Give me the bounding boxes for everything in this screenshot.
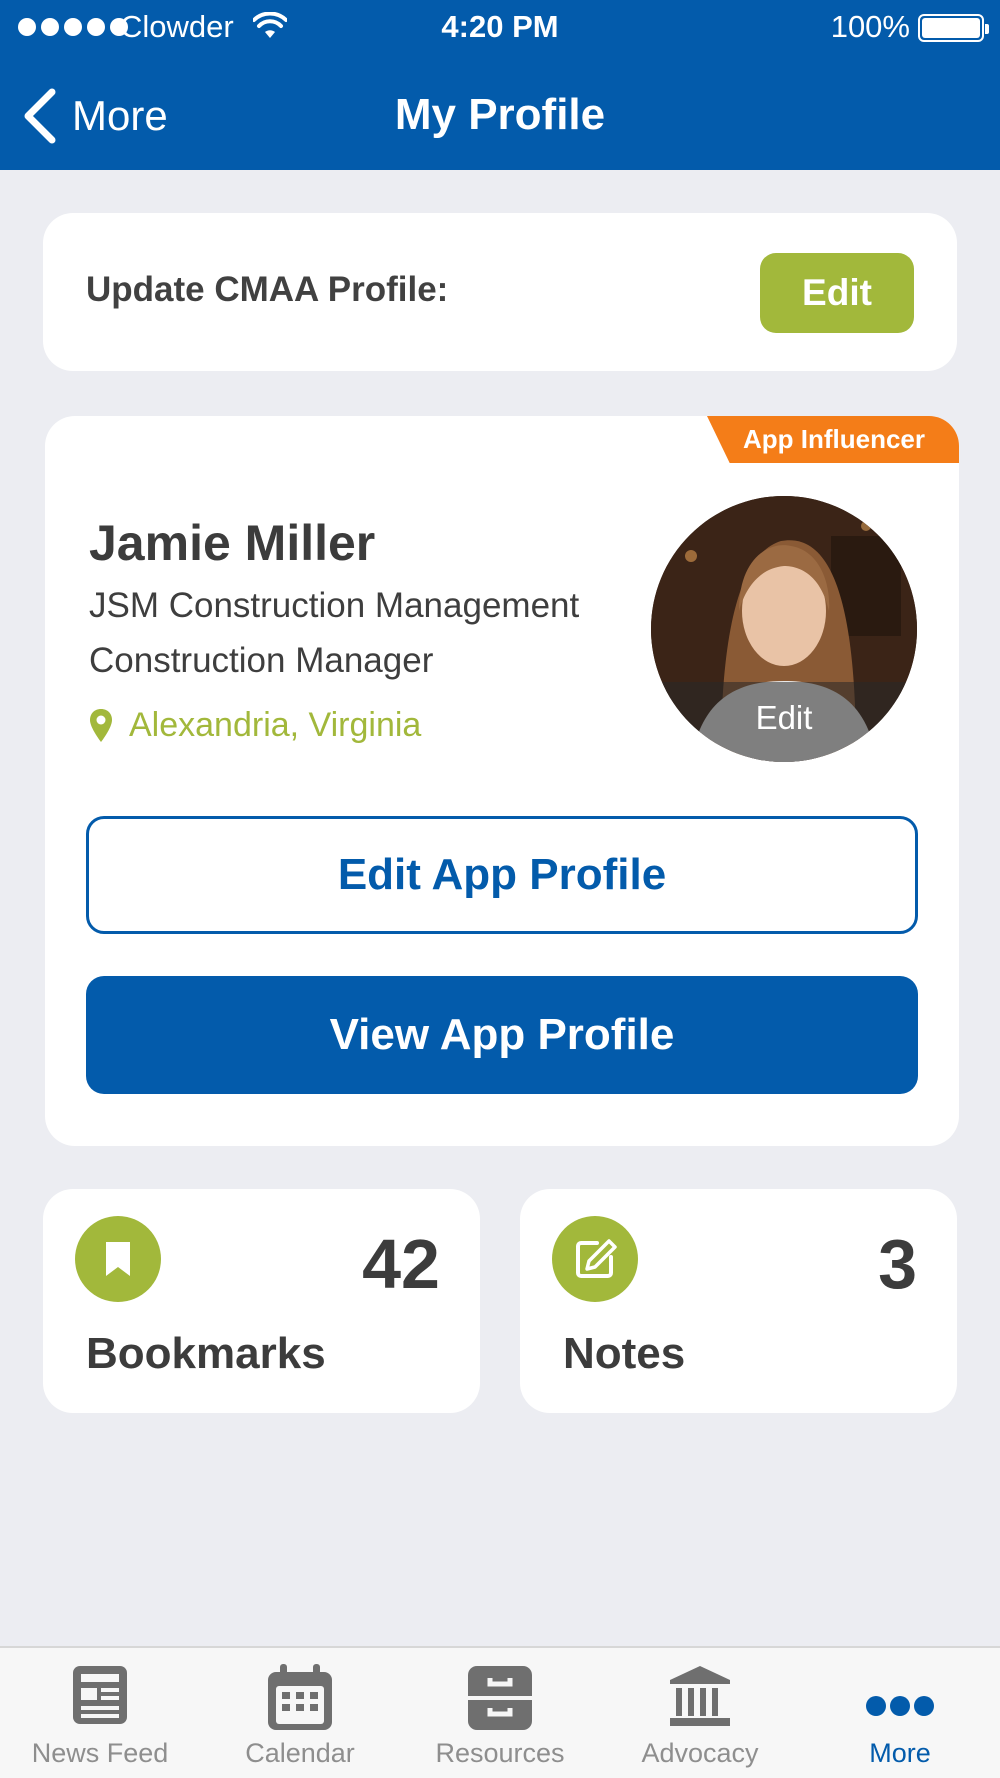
edit-app-profile-button[interactable]: Edit App Profile bbox=[86, 816, 918, 934]
tab-label: Advocacy bbox=[641, 1738, 759, 1768]
tab-label: More bbox=[869, 1738, 931, 1768]
newspaper-icon bbox=[73, 1666, 127, 1724]
tab-advocacy[interactable]: Advocacy bbox=[600, 1648, 800, 1778]
update-cmaa-card: Update CMAA Profile: Edit bbox=[43, 213, 957, 371]
bookmark-icon-badge bbox=[75, 1216, 161, 1302]
profile-location: Alexandria, Virginia bbox=[89, 706, 421, 745]
badge-label: App Influencer bbox=[743, 424, 926, 454]
profile-job-title: Construction Manager bbox=[89, 641, 434, 680]
bookmarks-card[interactable]: 42 Bookmarks bbox=[43, 1189, 480, 1413]
avatar[interactable]: Edit bbox=[651, 496, 917, 762]
tab-label: News Feed bbox=[31, 1738, 169, 1768]
page-title: My Profile bbox=[394, 90, 606, 139]
bookmarks-count: 42 bbox=[362, 1225, 440, 1303]
location-text: Alexandria, Virginia bbox=[129, 706, 422, 744]
more-dots-icon bbox=[866, 1696, 934, 1716]
tab-label: Calendar bbox=[245, 1738, 355, 1768]
profile-card: App Influencer Jamie Miller JSM Construc… bbox=[45, 416, 959, 1146]
tab-label: Resources bbox=[435, 1738, 565, 1768]
building-icon bbox=[670, 1666, 730, 1726]
tab-resources[interactable]: Resources bbox=[400, 1648, 600, 1778]
battery-percent: 100% bbox=[830, 9, 910, 44]
app-influencer-badge: App Influencer bbox=[707, 416, 959, 463]
avatar-edit-overlay[interactable]: Edit bbox=[651, 682, 917, 762]
notes-icon-badge bbox=[552, 1216, 638, 1302]
tab-calendar[interactable]: Calendar bbox=[200, 1648, 400, 1778]
edit-cmaa-profile-button[interactable]: Edit bbox=[760, 253, 914, 333]
location-pin-icon bbox=[90, 708, 112, 742]
edit-note-icon bbox=[576, 1239, 617, 1278]
battery-icon bbox=[918, 14, 989, 42]
calendar-icon bbox=[268, 1664, 332, 1730]
profile-name: Jamie Miller bbox=[89, 515, 376, 571]
status-bar: Clowder 4:20 PM 100% bbox=[0, 0, 1000, 56]
tab-news-feed[interactable]: News Feed bbox=[0, 1648, 200, 1778]
notes-card[interactable]: 3 Notes bbox=[520, 1189, 957, 1413]
cabinet-icon bbox=[468, 1666, 532, 1730]
notes-count: 3 bbox=[878, 1225, 917, 1303]
bookmarks-label: Bookmarks bbox=[86, 1329, 326, 1378]
notes-label: Notes bbox=[563, 1329, 686, 1378]
tab-more[interactable]: More bbox=[800, 1648, 1000, 1778]
bookmark-icon bbox=[106, 1242, 130, 1276]
tab-bar: News Feed Calendar Resources Advocacy Mo… bbox=[0, 1646, 1000, 1778]
view-app-profile-button[interactable]: View App Profile bbox=[86, 976, 918, 1094]
update-cmaa-label: Update CMAA Profile: bbox=[86, 270, 449, 309]
nav-header: Clowder 4:20 PM 100% More My Profile bbox=[0, 0, 1000, 170]
profile-company: JSM Construction Management bbox=[89, 586, 580, 625]
